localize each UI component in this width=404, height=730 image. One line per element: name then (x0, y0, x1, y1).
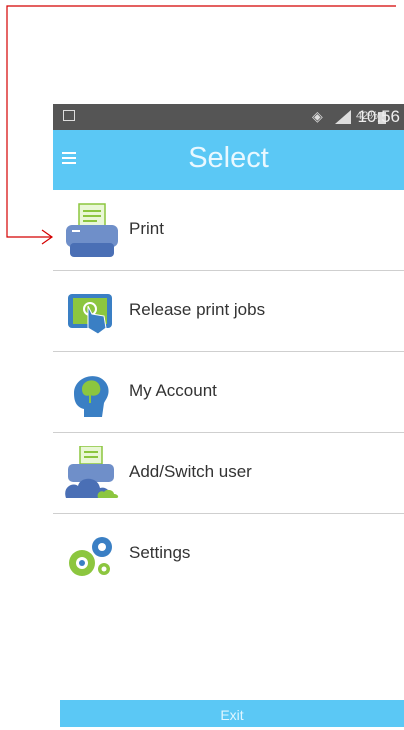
menu-item-settings[interactable]: Settings (53, 514, 404, 594)
gears-icon (69, 537, 112, 576)
app-header: Select (53, 130, 404, 190)
signal-icon (335, 110, 351, 124)
wifi-icon: ◈ (312, 108, 323, 124)
menu-item-label: Settings (129, 543, 191, 562)
image-notification-icon (63, 110, 75, 121)
printer-cloud-icon (65, 446, 119, 498)
menu-item-release-print-jobs[interactable]: Release print jobs (53, 271, 404, 352)
printer-icon (66, 203, 118, 257)
menu-item-label: Release print jobs (129, 300, 266, 319)
touch-screen-icon (68, 294, 112, 335)
user-head-icon (74, 376, 109, 417)
page-title: Select (188, 142, 269, 174)
menu-item-label: My Account (129, 381, 217, 400)
menu-item-label: Print (129, 219, 164, 238)
menu-item-add-switch-user[interactable]: Add/Switch user (53, 433, 404, 514)
menu-list: Print Release print jobs My Account Add/ (53, 190, 404, 594)
exit-button[interactable]: Exit (60, 700, 404, 727)
status-bar: ◈ 42% 10:56 (53, 104, 404, 130)
menu-item-print[interactable]: Print (53, 190, 404, 271)
clock: 10:56 (357, 107, 400, 126)
menu-item-label: Add/Switch user (129, 462, 252, 481)
menu-item-my-account[interactable]: My Account (53, 352, 404, 433)
